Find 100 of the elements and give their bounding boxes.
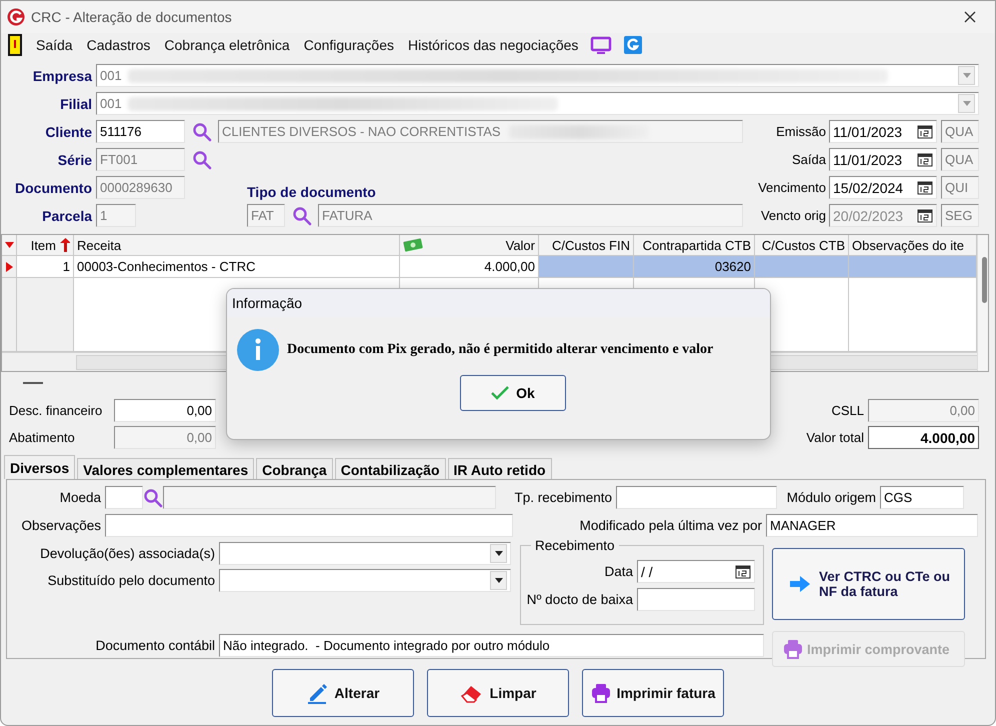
calendar-icon[interactable] <box>917 152 933 166</box>
ok-button[interactable]: Ok <box>460 375 566 411</box>
date-field[interactable]: / / <box>637 560 755 583</box>
dropdown-button[interactable] <box>490 571 507 590</box>
calendar-icon[interactable] <box>917 124 933 138</box>
menu-item[interactable]: Cobrança eletrônica <box>164 37 290 53</box>
dropdown-field[interactable] <box>219 569 511 592</box>
printer-icon <box>783 639 803 659</box>
row-pointer-icon <box>6 262 12 272</box>
modified-by-field[interactable]: MANAGER <box>766 514 978 537</box>
check-icon <box>490 385 510 401</box>
arrow-icon <box>789 574 811 594</box>
tab[interactable]: Valores complementares <box>77 458 254 479</box>
dropdown-field[interactable]: 001 <box>96 64 979 87</box>
action-button: Imprimir comprovante <box>772 631 965 667</box>
column-header[interactable]: Observações do ite <box>849 235 977 256</box>
action-button[interactable]: Limpar <box>427 669 569 717</box>
accounting-document-field[interactable]: Não integrado. - Documento integrado por outro módulo <box>219 634 764 657</box>
field-label: Documento contábil <box>94 638 215 653</box>
field-label: Tipo de documento <box>247 184 376 200</box>
menu-item[interactable]: Configurações <box>304 37 394 53</box>
field-value: 001 <box>100 96 122 111</box>
menu-item[interactable]: Saída <box>36 37 73 53</box>
column-header[interactable]: C/Custos CTB <box>755 235 849 256</box>
amount-field: 0,00 <box>114 426 216 449</box>
dialog-title: Informação <box>227 289 770 317</box>
action-button[interactable]: Alterar <box>272 669 414 717</box>
origin-module-field[interactable]: CGS <box>880 486 964 509</box>
group-title: Recebimento <box>531 538 619 553</box>
column-header[interactable]: Item <box>17 235 74 256</box>
field-label: Observações <box>20 518 101 533</box>
tab[interactable]: Contabilização <box>334 458 446 479</box>
search-icon[interactable] <box>192 150 212 170</box>
field-label: Data <box>603 564 633 579</box>
amount-field: 0,00 <box>868 399 979 422</box>
printer-icon <box>590 683 611 703</box>
field-label: Vencto orig <box>760 208 826 223</box>
amount-field[interactable]: 0,00 <box>114 399 216 422</box>
date-field[interactable]: 11/01/2023 <box>829 148 937 171</box>
monitor-icon[interactable] <box>590 35 612 55</box>
search-icon[interactable] <box>143 488 163 508</box>
total-field[interactable]: 4.000,00 <box>868 426 979 449</box>
field-label: Emissão <box>775 124 826 139</box>
calendar-icon[interactable] <box>735 564 751 578</box>
column-header[interactable]: Receita <box>74 235 400 256</box>
vertical-scrollbar[interactable] <box>977 235 988 371</box>
notes-field[interactable] <box>105 514 513 537</box>
table-cell: 03620 <box>634 256 755 278</box>
field-label: Módulo origem <box>786 490 876 505</box>
weekday-field: QUA <box>941 148 979 171</box>
logo-icon <box>7 8 25 26</box>
field-label: Filial <box>59 96 92 112</box>
caret-icon <box>962 101 970 106</box>
field-value: 001 <box>100 68 122 83</box>
currency-field[interactable] <box>105 486 143 509</box>
date-field[interactable]: 15/02/2024 <box>829 176 937 199</box>
field-label: Nº docto de baixa <box>526 592 633 607</box>
column-header[interactable]: C/Custos FIN <box>539 235 634 256</box>
field-label: Vencimento <box>757 180 826 195</box>
menu-item[interactable]: Cadastros <box>86 37 150 53</box>
field-label: Tp. recebimento <box>513 490 612 505</box>
field-label: Série <box>56 152 92 168</box>
receipt-type-field[interactable] <box>616 486 777 509</box>
sort-arrow-icon <box>5 242 14 248</box>
close-icon <box>964 11 976 23</box>
field-label: Substituído pelo documento <box>46 573 215 588</box>
calendar-icon[interactable] <box>917 180 933 194</box>
field-label: Empresa <box>32 68 92 84</box>
dropdown-field[interactable] <box>219 542 511 565</box>
field-label: CSLL <box>830 403 864 418</box>
weekday-field: QUA <box>941 120 979 143</box>
banknote-icon <box>403 238 423 252</box>
weekday-field: QUI <box>941 176 979 199</box>
code-field[interactable]: 511176 <box>96 120 185 143</box>
sort-icon <box>60 238 70 252</box>
search-icon[interactable] <box>192 122 212 142</box>
date-field: 20/02/2023 <box>829 204 937 227</box>
tab[interactable]: Cobrança <box>256 458 333 479</box>
field-label: Desc. financeiro <box>9 403 104 418</box>
tab[interactable]: IR Auto retido <box>448 458 552 479</box>
splitter-handle[interactable] <box>23 382 43 384</box>
column-header[interactable]: Contrapartida CTB <box>634 235 755 256</box>
menu-item[interactable]: Históricos das negociações <box>408 37 578 53</box>
field-label: Modificado pela última vez por <box>578 518 762 533</box>
app-icon[interactable] <box>624 36 642 54</box>
action-button[interactable]: Imprimir fatura <box>582 669 724 717</box>
action-button[interactable]: Ver CTRC ou CTe ou NF da fatura <box>772 548 965 620</box>
dropdown-field[interactable]: 001 <box>96 92 979 115</box>
search-icon[interactable] <box>292 206 312 226</box>
date-field[interactable]: 11/01/2023 <box>829 120 937 143</box>
dialog-message: Documento com Pix gerado, não é permitido alterar vencimento e valor <box>287 342 714 358</box>
dropdown-button[interactable] <box>490 544 507 563</box>
field-label: Cliente <box>44 124 92 140</box>
scroll-thumb[interactable] <box>982 257 987 303</box>
tab[interactable]: Diversos <box>4 455 76 479</box>
column-header[interactable]: Valor <box>400 235 539 256</box>
door-icon[interactable] <box>8 34 22 56</box>
info-icon <box>237 329 279 371</box>
caret-icon <box>494 578 502 583</box>
document-number-field[interactable] <box>637 588 755 611</box>
